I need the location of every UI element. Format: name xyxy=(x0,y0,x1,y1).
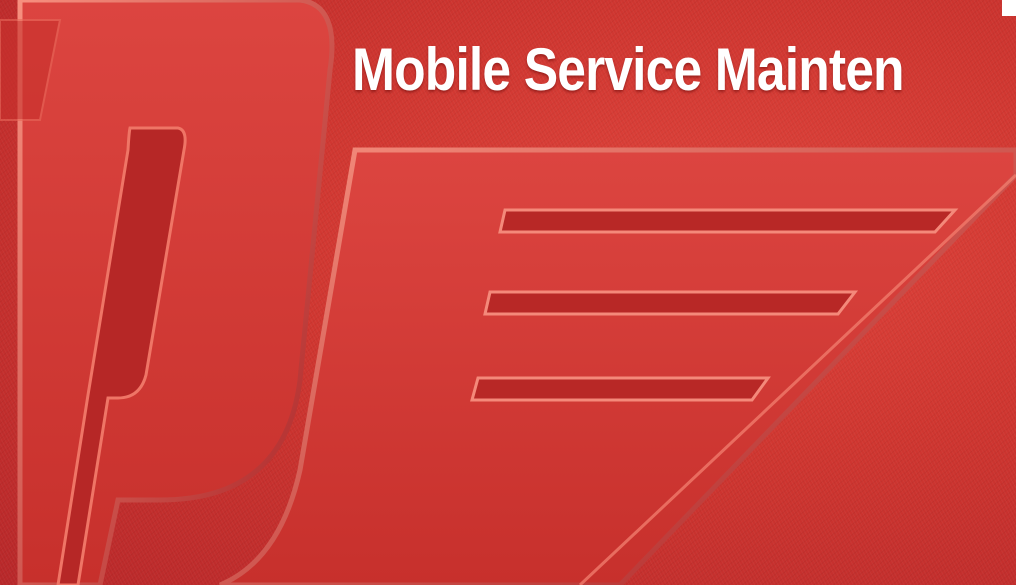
corner-tab xyxy=(1002,0,1016,16)
hero-banner: Mobile Service Mainten xyxy=(0,0,1016,585)
page-headline: Mobile Service Mainten xyxy=(352,36,905,103)
logo-wing xyxy=(219,147,1016,585)
logo-letter-p xyxy=(0,0,335,585)
